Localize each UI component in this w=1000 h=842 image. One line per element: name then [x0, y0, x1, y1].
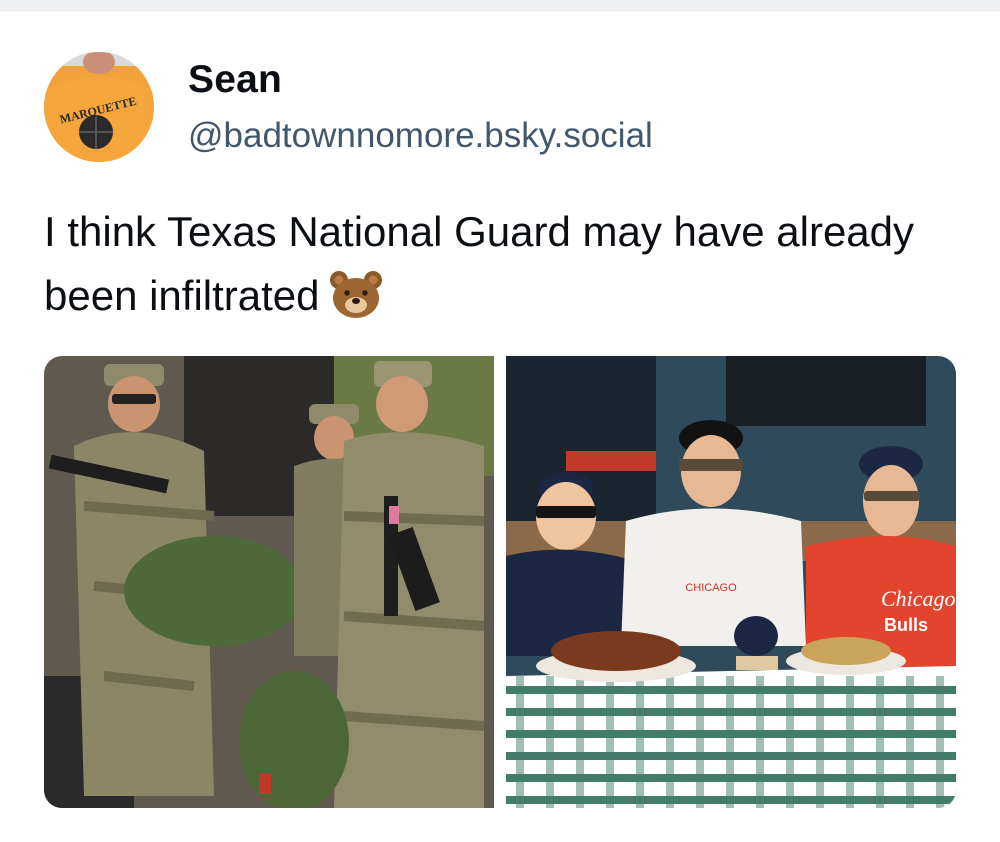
- avatar-image: MARQUETTE: [44, 52, 154, 162]
- post-text-body: I think Texas National Guard may have al…: [44, 208, 915, 319]
- image-grid: CHICAGO Chicago Bulls: [44, 356, 956, 808]
- author-display-name[interactable]: Sean: [188, 58, 282, 102]
- bear-face-icon: [328, 270, 384, 320]
- shirt-text-chicago: CHICAGO: [685, 582, 737, 594]
- soldiers-photo-icon: [44, 356, 494, 808]
- post-image-bears-fans[interactable]: CHICAGO Chicago Bulls: [506, 356, 956, 808]
- post-image-soldiers[interactable]: [44, 356, 494, 808]
- shirt-text-bulls: Bulls: [884, 615, 928, 635]
- shirt-text-chicago-script: Chicago: [881, 586, 956, 611]
- bears-fans-photo-icon: CHICAGO Chicago Bulls: [506, 356, 956, 808]
- post-card[interactable]: MARQUETTE Sean @badtownnomore.bsky.socia…: [0, 0, 1000, 842]
- avatar[interactable]: MARQUETTE: [44, 52, 154, 162]
- author-handle[interactable]: @badtownnomore.bsky.social: [188, 116, 653, 156]
- post-text: I think Texas National Guard may have al…: [44, 200, 964, 328]
